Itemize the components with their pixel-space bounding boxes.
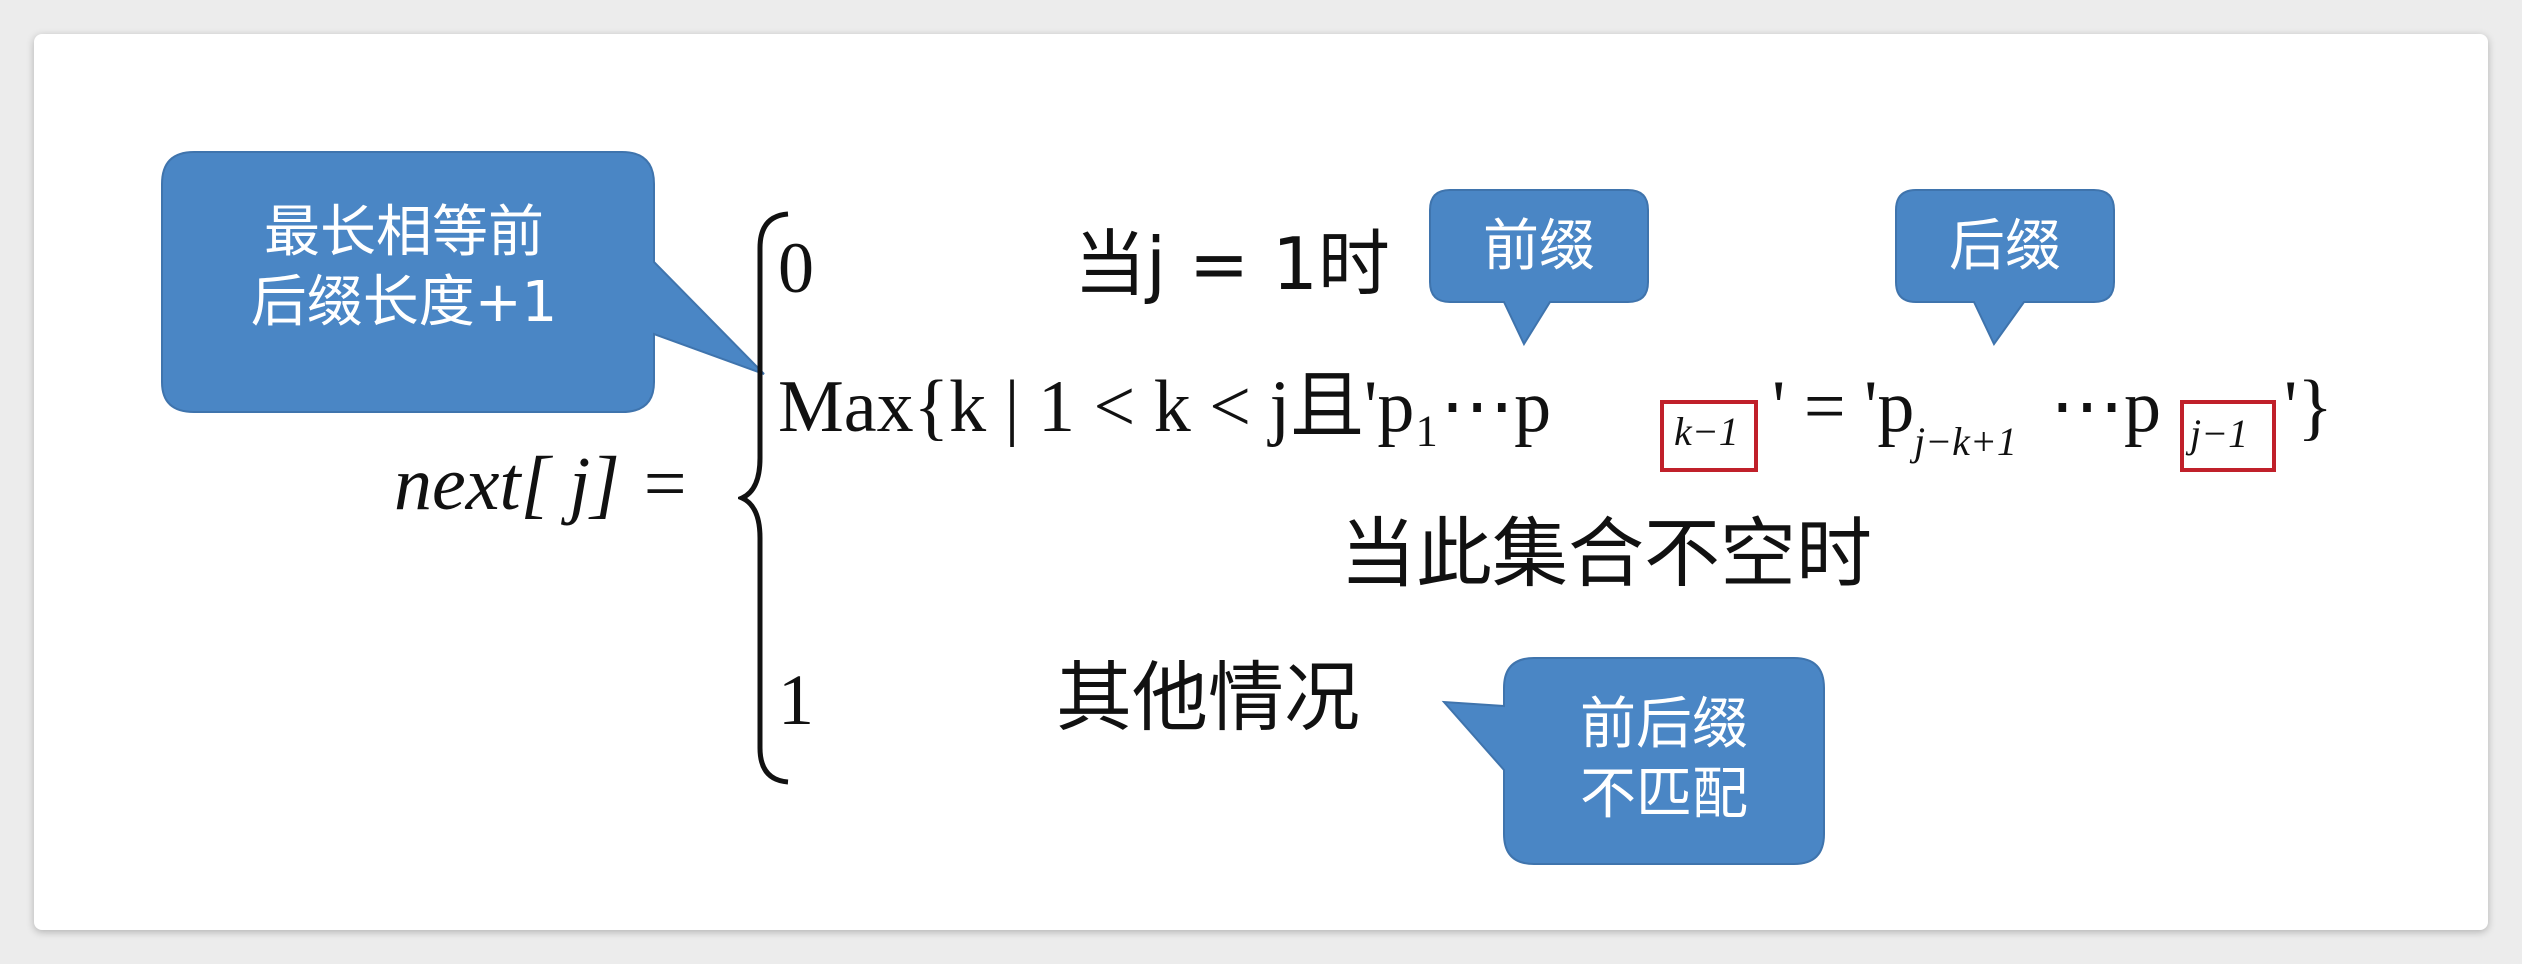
- callout-nomatch-line2: 不匹配: [1580, 762, 1748, 827]
- subscript-j-minus-k-plus-1: j−k+1: [1914, 419, 2017, 464]
- callout-nomatch-text: 前后缀 不匹配: [1504, 690, 1824, 830]
- case1-value: 1: [778, 660, 814, 740]
- callout-longest-line1: 最长相等前: [264, 200, 544, 265]
- callout-nomatch-line1: 前后缀: [1580, 692, 1748, 757]
- case1-condition: 其他情况: [1056, 653, 1360, 742]
- case-max-end: '}: [2284, 366, 2333, 448]
- case-max-expression: Max{k | 1 < k < j且'p₁⋯p: [778, 366, 1552, 448]
- case0-value: 0: [778, 228, 814, 308]
- case-max-condition: 当此集合不空时: [1340, 509, 1872, 598]
- callout-suffix-text: 后缀: [1949, 214, 2061, 279]
- formula-lhs: next[ j] =: [394, 442, 691, 526]
- callout-longest-text: 最长相等前 后缀长度+1: [184, 198, 624, 338]
- case-max-middle: ' = 'p: [1772, 366, 1915, 448]
- case0-condition: 当j = 1时: [1074, 222, 1390, 306]
- slide: 最长相等前 后缀长度+1 前缀 后缀 前后缀 不匹配 next[ j] = 0 …: [34, 34, 2488, 930]
- callout-longest-line2: 后缀长度+1: [250, 270, 558, 335]
- highlight-box-k-minus-1: [1660, 400, 1758, 472]
- case-max-dots: ⋯p: [2050, 366, 2161, 448]
- callout-prefix-text: 前缀: [1483, 214, 1595, 279]
- highlight-box-j-minus-1: [2180, 400, 2276, 472]
